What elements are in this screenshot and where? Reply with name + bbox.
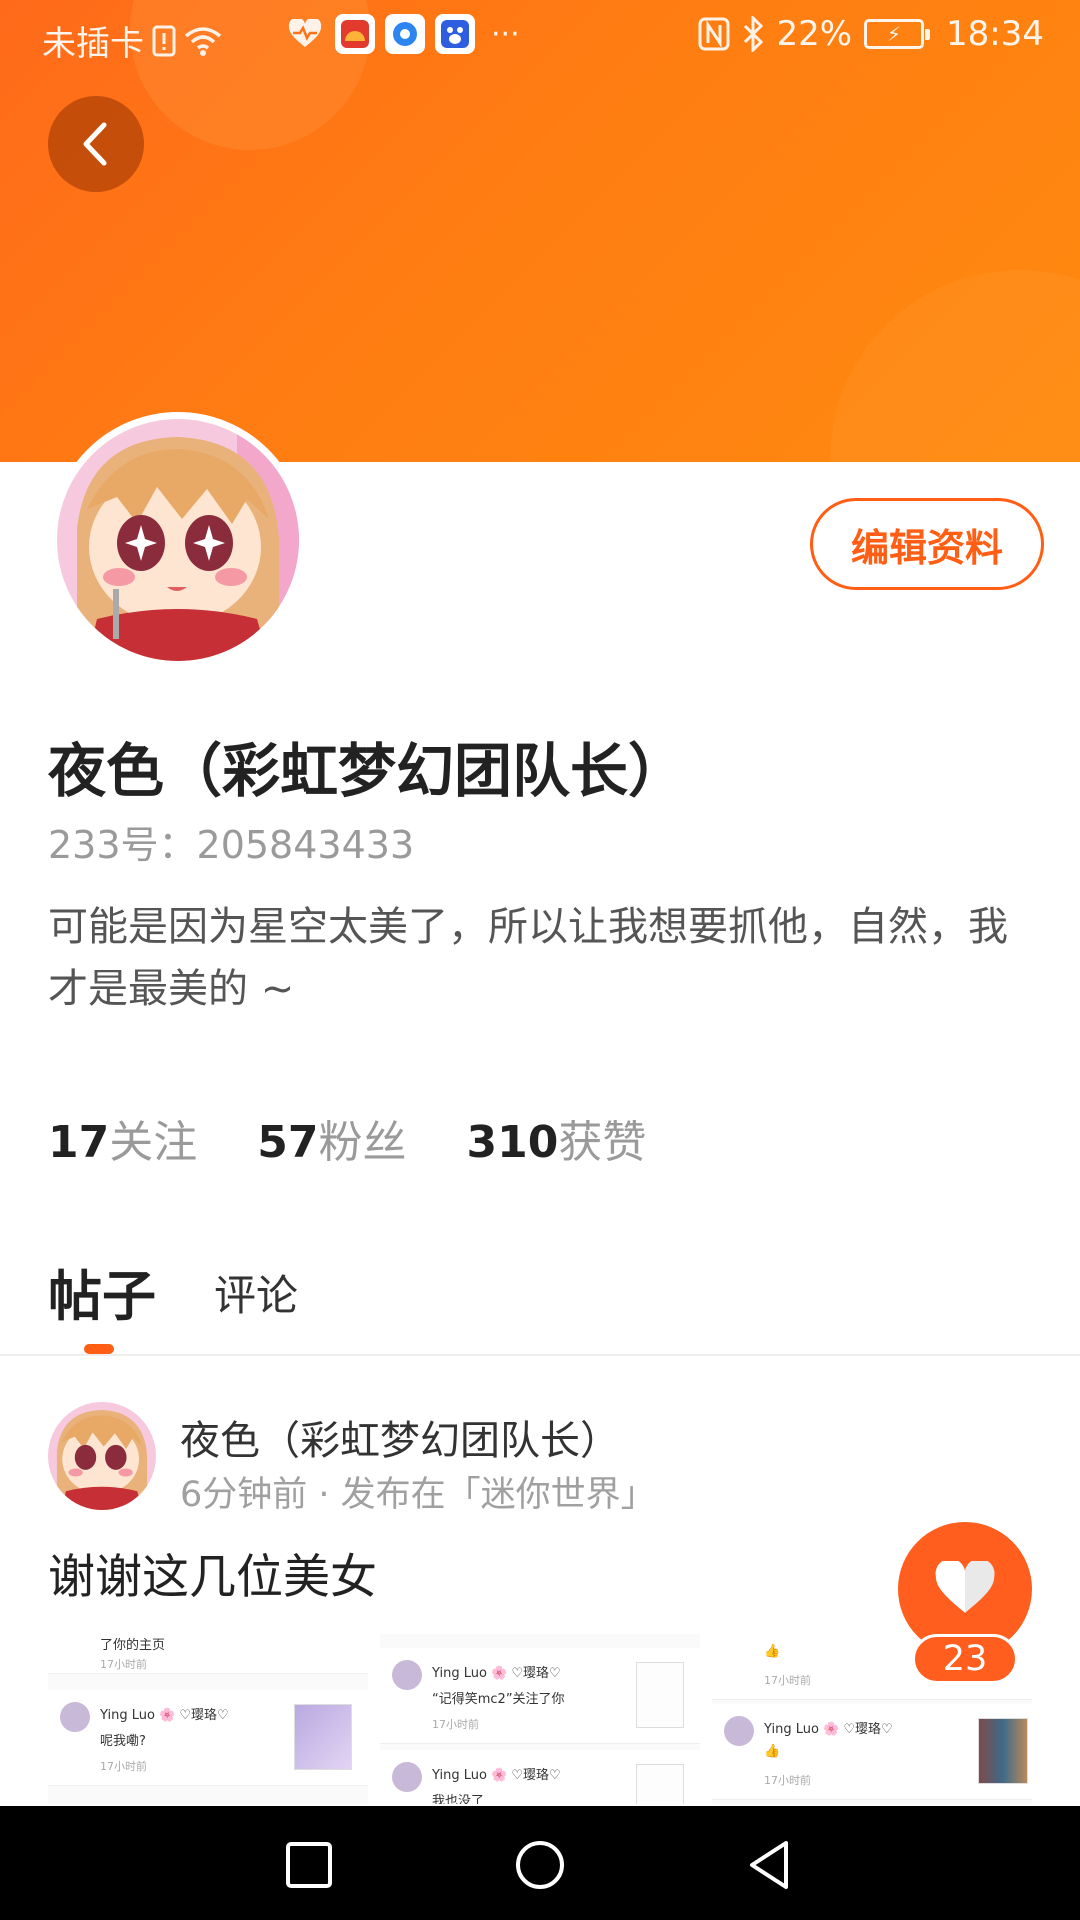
post-text[interactable]: 谢谢这几位美女	[48, 1538, 377, 1607]
post-author-avatar[interactable]	[48, 1402, 156, 1510]
carrier-group: 未插卡	[42, 16, 222, 65]
post-image-grid: 了你的主页 17小时前 Ying Luo 🌸 ♡璎珞♡ 呢我嘞? 17小时前 Yi…	[48, 1634, 1032, 1804]
snap-message: 👍	[764, 1644, 781, 1659]
clock: 18:34	[946, 14, 1044, 54]
snap-time: 17小时前	[432, 1718, 479, 1731]
browser-icon	[385, 14, 425, 54]
heart-rate-icon	[285, 14, 325, 54]
notification-icons: ···	[285, 14, 520, 54]
snap-message: 👍	[764, 1744, 781, 1759]
stat-followers[interactable]: 57粉丝	[257, 1106, 406, 1170]
stat-followers-label: 粉丝	[318, 1117, 407, 1168]
snap-time: 17小时前	[764, 1774, 811, 1787]
snap-message: 呢我嘞?	[100, 1734, 146, 1749]
baidu-icon	[435, 14, 475, 54]
avatar-image	[57, 419, 299, 661]
snap-message: “记得笑mc2”关注了你	[432, 1692, 565, 1707]
back-button[interactable]	[48, 96, 144, 192]
battery-percent: 22%	[776, 14, 853, 54]
stat-likes-label: 获赞	[558, 1117, 647, 1168]
tab-active-indicator	[84, 1344, 114, 1354]
snap-name: Ying Luo 🌸 ♡璎珞♡	[432, 1768, 561, 1783]
snap-name: Ying Luo 🌸 ♡璎珞♡	[764, 1722, 893, 1737]
like-count-badge: 23	[912, 1634, 1018, 1684]
profile-nickname: 夜色（彩虹梦幻团队长）	[48, 737, 687, 805]
app-icon	[335, 14, 375, 54]
battery-charging-icon: ⚡	[864, 19, 931, 49]
profile-avatar[interactable]	[50, 412, 306, 668]
snap-avatar	[392, 1762, 422, 1792]
back-triangle-icon[interactable]	[742, 1838, 796, 1892]
sim-alert-icon	[152, 25, 176, 56]
profile-stats: 17关注 57粉丝 310获赞	[48, 1106, 646, 1170]
stat-following-count: 17	[48, 1117, 110, 1168]
recents-square-icon[interactable]	[282, 1838, 336, 1892]
stat-following-label: 关注	[109, 1117, 198, 1168]
post-image-1[interactable]: 了你的主页 17小时前 Ying Luo 🌸 ♡璎珞♡ 呢我嘞? 17小时前	[48, 1634, 368, 1804]
snap-avatar	[392, 1660, 422, 1690]
wifi-icon	[184, 26, 222, 56]
avatar-image	[48, 1402, 156, 1510]
post-image-2[interactable]: Ying Luo 🌸 ♡璎珞♡ “记得笑mc2”关注了你 17小时前 Ying …	[380, 1634, 700, 1804]
stat-likes[interactable]: 310获赞	[466, 1106, 646, 1170]
snap-time: 17小时前	[100, 1760, 147, 1773]
system-navigation-bar	[0, 1806, 1080, 1920]
status-right-group: 22% ⚡ 18:34	[698, 14, 1044, 54]
profile-bio: 可能是因为星空太美了，所以让我想要抓他，自然，我才是最美的 ~	[48, 904, 1008, 1012]
snap-message: 我也没了	[432, 1794, 485, 1804]
more-dots-icon: ···	[491, 16, 520, 52]
stat-following[interactable]: 17关注	[48, 1106, 197, 1170]
tab-comments[interactable]: 评论	[214, 1262, 298, 1323]
tab-posts[interactable]: 帖子	[48, 1252, 156, 1331]
snap-name: Ying Luo 🌸 ♡璎珞♡	[100, 1708, 229, 1723]
carrier-label: 未插卡	[42, 24, 144, 64]
heart-icon	[935, 1561, 995, 1613]
snap-message: 了你的主页	[100, 1638, 166, 1653]
post-author-name[interactable]: 夜色（彩虹梦幻团队长）	[180, 1408, 620, 1466]
snap-time: 17小时前	[764, 1674, 811, 1687]
home-circle-icon[interactable]	[513, 1838, 567, 1892]
stat-likes-count: 310	[466, 1117, 559, 1168]
post-meta: 6分钟前 · 发布在「迷你世界」	[180, 1475, 656, 1515]
bluetooth-icon	[744, 16, 764, 52]
snap-time: 17小时前	[100, 1658, 147, 1671]
edit-profile-button[interactable]: 编辑资料	[810, 498, 1044, 590]
tabs-divider	[0, 1354, 1080, 1356]
snap-avatar	[60, 1702, 90, 1732]
profile-uid: 233号：205843433	[48, 823, 415, 867]
nfc-icon	[698, 17, 730, 51]
snap-name: Ying Luo 🌸 ♡璎珞♡	[432, 1666, 561, 1681]
chevron-left-icon	[83, 122, 107, 166]
status-bar: 未插卡 ··· 22% ⚡ 18:34	[0, 0, 1080, 76]
snap-avatar	[724, 1716, 754, 1746]
stat-followers-count: 57	[257, 1117, 319, 1168]
